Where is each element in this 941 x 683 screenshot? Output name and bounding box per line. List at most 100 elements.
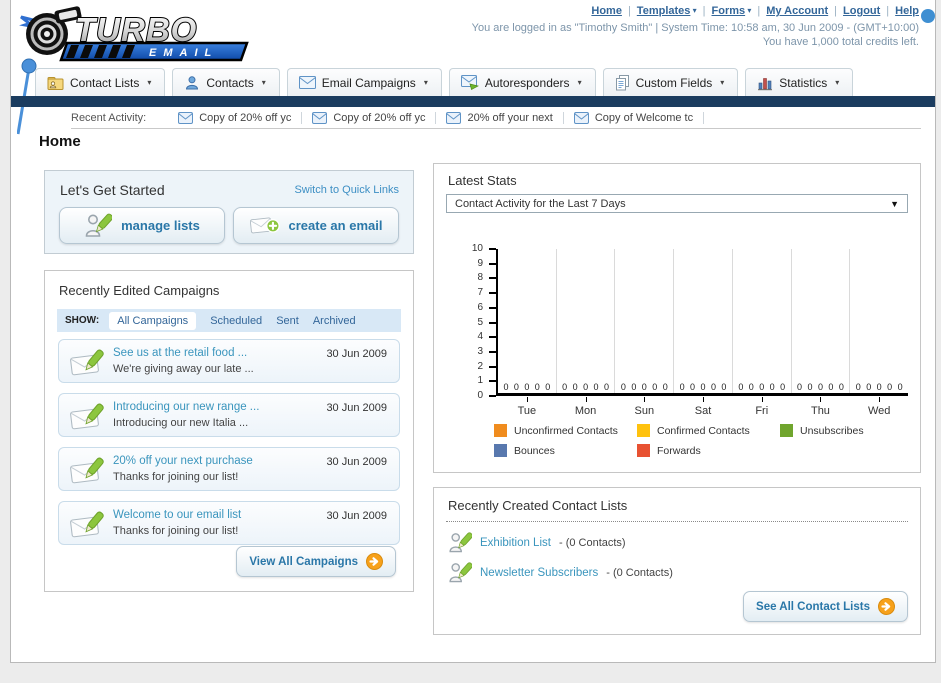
help-bubble-icon[interactable]	[921, 9, 935, 23]
login-info: You are logged in as "Timothy Smith" | S…	[472, 21, 919, 49]
bar-value-label: 0	[593, 382, 599, 392]
tab-statistics[interactable]: Statistics ▾	[745, 68, 854, 97]
see-all-contact-lists-label: See All Contact Lists	[756, 600, 870, 613]
recent-activity-item[interactable]: Copy of Welcome tc	[564, 111, 705, 124]
contact-list-count: - (0 Contacts)	[606, 567, 673, 579]
contact-activity-chart: 0 1 2 3 4 5 6 7 8 9 10 0 0 0 0 0 Tue 0 0 0 0 0 Mon 0 0 0 0 0 Sun 0 0 0…	[448, 243, 908, 417]
legend-item: Unsubscribes	[780, 424, 923, 437]
see-all-contact-lists-button[interactable]: See All Contact Lists	[743, 591, 908, 622]
link-separator: |	[757, 5, 761, 17]
chevron-down-icon: ▾	[261, 78, 266, 87]
stats-period-dropdown[interactable]: Contact Activity for the Last 7 Days ▼	[446, 194, 908, 213]
view-all-campaigns-button[interactable]: View All Campaigns	[236, 546, 396, 577]
bar-value-label: 0	[620, 382, 626, 392]
switch-quick-links-link[interactable]: Switch to Quick Links	[294, 184, 399, 196]
contact-list-name: Exhibition List	[480, 537, 551, 549]
recent-activity-item[interactable]: Copy of 20% off yc	[168, 111, 303, 124]
custom-fields-icon	[615, 74, 630, 91]
chart-day-group: 0 0 0 0 0 Fri	[733, 249, 792, 417]
recent-activity-item[interactable]: Copy of 20% off yc	[302, 111, 437, 124]
tab-email-campaigns[interactable]: Email Campaigns ▾	[286, 68, 442, 97]
top-link-forms[interactable]: Forms	[712, 5, 746, 17]
chevron-down-icon: ▼	[890, 198, 899, 209]
person-pencil-icon	[448, 531, 472, 555]
campaign-title: Welcome to our email list	[113, 509, 242, 521]
y-axis-tick	[489, 321, 496, 324]
filter-archived[interactable]: Archived	[313, 315, 356, 327]
filter-all-campaigns[interactable]: All Campaigns	[109, 311, 197, 330]
tab-contact-lists[interactable]: Contact Lists ▾	[35, 68, 166, 97]
legend-item: Bounces	[494, 444, 637, 457]
y-axis-label: 6	[477, 301, 483, 313]
campaign-row[interactable]: Introducing our new range ... Introducing…	[58, 393, 400, 437]
bar-value-label: 0	[807, 382, 813, 392]
bar-value-label: 0	[534, 382, 540, 392]
chevron-down-icon: ▾	[423, 78, 428, 87]
top-link-my-account[interactable]: My Account	[766, 5, 828, 17]
link-separator: |	[834, 5, 838, 17]
chart-y-axis: 0 1 2 3 4 5 6 7 8 9 10	[448, 243, 496, 401]
x-axis-label: Fri	[755, 405, 769, 417]
autoresponders-icon	[460, 75, 479, 90]
bar-value-label: 0	[721, 382, 727, 392]
turbo-email-logo: TURBO EMAIL	[17, 3, 252, 135]
tab-contacts[interactable]: Contacts ▾	[172, 68, 280, 97]
y-axis-label: 10	[471, 243, 483, 254]
filter-sent[interactable]: Sent	[276, 315, 299, 327]
activity-item-label: Copy of 20% off yc	[333, 111, 426, 124]
create-email-button[interactable]: create an email	[233, 207, 399, 244]
contact-lists-icon	[47, 75, 64, 91]
legend-item: Confirmed Contacts	[637, 424, 780, 437]
manage-lists-button[interactable]: manage lists	[59, 207, 225, 244]
y-axis-tick	[489, 365, 496, 368]
top-link-help[interactable]: Help	[895, 5, 919, 17]
bar-value-label: 0	[780, 382, 786, 392]
campaign-date: 30 Jun 2009	[326, 348, 387, 360]
campaigns-title: Recently Edited Campaigns	[59, 283, 220, 298]
mail-small-icon	[573, 111, 589, 124]
envelope-pencil-icon	[69, 509, 105, 544]
recent-activity-label: Recent Activity:	[71, 111, 147, 124]
activity-item-label: Copy of Welcome tc	[594, 111, 694, 124]
campaign-subtitle: We're giving away our late ...	[113, 363, 254, 375]
top-link-home[interactable]: Home	[591, 5, 622, 17]
filter-scheduled[interactable]: Scheduled	[210, 315, 262, 327]
legend-swatch	[780, 424, 793, 437]
person-pencil-icon	[448, 561, 472, 585]
envelope-pencil-icon	[69, 455, 105, 490]
legend-swatch	[494, 444, 507, 457]
top-link-templates[interactable]: Templates	[637, 5, 691, 17]
campaign-date: 30 Jun 2009	[326, 510, 387, 522]
recent-activity-item[interactable]: 20% off your next	[436, 111, 564, 124]
envelope-plus-icon	[249, 214, 280, 237]
bar-value-label: 0	[679, 382, 685, 392]
campaign-row[interactable]: Welcome to our email list Thanks for join…	[58, 501, 400, 545]
manage-lists-label: manage lists	[121, 218, 200, 233]
recent-activity-bar: Recent Activity: Copy of 20% off yc Copy …	[11, 107, 935, 130]
bar-value-label: 0	[641, 382, 647, 392]
bar-value-labels: 00000	[850, 382, 908, 392]
campaign-row[interactable]: See us at the retail food ... We're givin…	[58, 339, 400, 383]
contact-list-item[interactable]: Exhibition List - (0 Contacts)	[448, 528, 673, 558]
bar-value-label: 0	[652, 382, 658, 392]
mail-small-icon	[178, 111, 194, 124]
x-axis-tick	[703, 397, 705, 402]
campaign-row[interactable]: 20% off your next purchase Thanks for joi…	[58, 447, 400, 491]
top-link-logout[interactable]: Logout	[843, 5, 880, 17]
contact-list-item[interactable]: Newsletter Subscribers - (0 Contacts)	[448, 558, 673, 588]
tab-custom-fields[interactable]: Custom Fields ▾	[602, 68, 739, 97]
envelope-pencil-icon	[69, 347, 105, 382]
envelope-pencil-icon	[69, 401, 105, 436]
y-axis-tick	[489, 395, 496, 397]
bar-value-label: 0	[797, 382, 803, 392]
bar-value-label: 0	[572, 382, 578, 392]
activity-item-label: 20% off your next	[467, 111, 553, 124]
tab-autoresponders[interactable]: Autoresponders ▾	[448, 68, 596, 97]
main-window: TURBO EMAIL Home | Templates ▾ | Forms ▾ | My …	[10, 0, 936, 663]
bar-value-labels: 00000	[733, 382, 791, 392]
arrow-circle-icon	[878, 598, 895, 615]
top-nav-links: Home | Templates ▾ | Forms ▾ | My Account | Logo…	[591, 5, 935, 23]
legend-label: Unconfirmed Contacts	[514, 424, 618, 437]
legend-label: Forwards	[657, 444, 701, 457]
latest-stats-panel: Latest Stats Contact Activity for the La…	[433, 163, 921, 473]
